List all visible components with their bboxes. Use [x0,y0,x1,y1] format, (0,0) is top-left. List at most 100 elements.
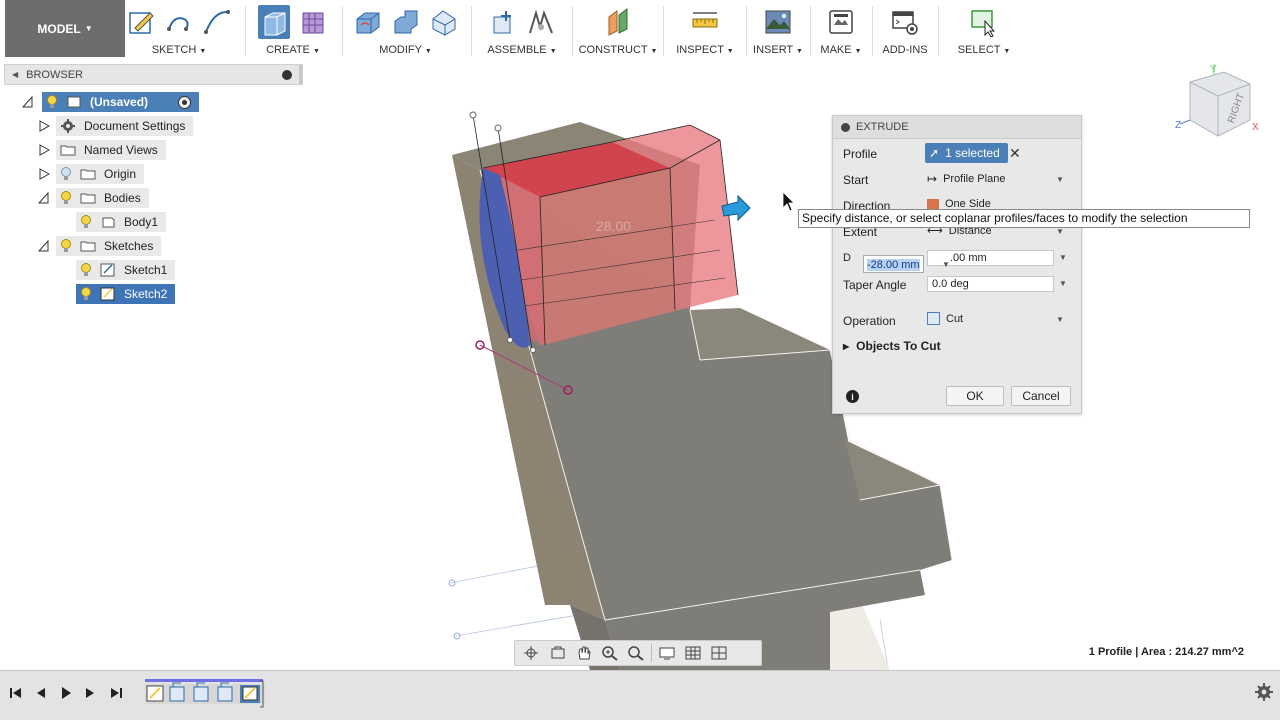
axis-x-label: X [1252,122,1259,133]
pin-icon[interactable] [282,70,292,80]
inspect-group: INSPECT ▼ [668,0,742,60]
pan-hand-icon[interactable] [573,644,595,662]
select-group-label[interactable]: SELECT [958,44,1001,56]
tree-item-named-views[interactable]: Named Views [56,140,166,160]
create-sketch-icon[interactable] [125,5,157,39]
modify-group-label[interactable]: MODIFY [379,44,422,56]
visibility-bulb-off-icon[interactable] [60,167,72,181]
cursor-arrow-icon: ➚ [929,146,940,160]
chevron-down-icon[interactable]: ▼ [1056,227,1064,236]
activate-radio-icon[interactable] [178,95,192,109]
tree-item-origin[interactable]: Origin [56,164,145,184]
browser-header[interactable]: ◀ BROWSER [4,64,303,85]
one-side-icon [927,199,939,209]
tree-root[interactable]: (Unsaved) [42,92,200,112]
chevron-down-icon[interactable]: ▼ [942,260,950,269]
make-group-label[interactable]: MAKE [820,44,851,56]
3d-print-icon[interactable] [825,5,857,39]
tree-item-document-settings[interactable]: Document Settings [56,116,194,136]
expanded-triangle-icon[interactable] [22,96,34,108]
operation-value: Cut [946,312,964,325]
press-pull-icon[interactable] [352,5,384,39]
tree-item-body1[interactable]: Body1 [76,212,167,232]
fillet-icon[interactable] [390,5,422,39]
dimension-label[interactable]: 28.00 [596,218,631,234]
expanded-triangle-icon[interactable] [38,192,50,204]
skip-to-start-icon[interactable] [6,683,26,703]
tree-item-sketch2[interactable]: Sketch2 [76,284,176,304]
zoom-icon[interactable] [599,644,621,662]
chamfer-icon[interactable] [428,5,460,39]
joint-icon[interactable] [525,5,557,39]
visibility-bulb-icon[interactable] [60,239,72,253]
sketch-group: SKETCH ▼ [124,0,234,60]
grid-settings-icon[interactable] [682,644,704,662]
model-canvas[interactable]: 28.00 [0,60,1280,670]
timeline-settings-gear-icon[interactable] [1255,683,1273,701]
spline-icon[interactable] [201,5,233,39]
assemble-group-label[interactable]: ASSEMBLE [487,44,546,56]
skip-to-end-icon[interactable] [106,683,126,703]
orbit-icon[interactable] [521,644,543,662]
timeline-features[interactable] [143,679,265,709]
measure-icon[interactable] [689,5,721,39]
construct-group-label[interactable]: CONSTRUCT [579,44,648,56]
timeline-sketch-icon [146,685,164,702]
chevron-down-icon[interactable]: ▼ [1056,315,1064,324]
tree-item-bodies[interactable]: Bodies [56,188,149,208]
visibility-bulb-icon[interactable] [80,287,92,301]
display-settings-icon[interactable] [656,644,678,662]
line-icon[interactable] [163,5,195,39]
collapse-dialog-icon[interactable] [841,122,850,132]
workspace-switcher-button[interactable]: MODEL ▼ [5,0,125,57]
add-ins-group-label[interactable]: ADD-INS [882,44,927,56]
sketch-group-label[interactable]: SKETCH [152,44,197,56]
select-icon[interactable] [968,5,1000,39]
dialog-title-bar[interactable]: EXTRUDE [833,116,1081,139]
view-cube[interactable]: Y RIGHT Z X [1172,60,1262,150]
operation-dropdown[interactable]: Cut [927,312,1067,325]
insert-image-icon[interactable] [762,5,794,39]
info-icon[interactable]: i [846,390,859,403]
look-at-icon[interactable] [547,644,569,662]
expanded-triangle-icon[interactable] [38,240,50,252]
distance-inline-input[interactable]: -28.00 mm [863,255,924,273]
clear-selection-icon[interactable]: ✕ [1009,145,1021,162]
chevron-down-icon[interactable]: ▼ [1059,279,1067,288]
collapsed-triangle-icon[interactable] [38,120,50,132]
tree-item-sketches[interactable]: Sketches [56,236,162,256]
visibility-bulb-icon[interactable] [80,215,92,229]
play-icon[interactable] [56,683,76,703]
visibility-bulb-icon[interactable] [80,263,92,277]
visibility-bulb-icon[interactable] [60,191,72,205]
fit-icon[interactable] [625,644,647,662]
cancel-button[interactable]: Cancel [1011,386,1071,406]
resize-handle[interactable] [299,65,302,84]
extrude-icon[interactable] [258,5,290,39]
chevron-down-icon[interactable]: ▼ [1059,253,1067,262]
visibility-bulb-icon[interactable] [46,95,58,109]
collapsed-triangle-icon[interactable] [38,144,50,156]
start-dropdown[interactable]: ↦ Profile Plane [927,172,1067,186]
profile-selection-button[interactable]: ➚ 1 selected [925,143,1008,163]
taper-angle-field[interactable]: 0.0 deg [927,276,1054,292]
objects-to-cut-section[interactable]: ▶ Objects To Cut [843,339,941,353]
ok-button[interactable]: OK [946,386,1004,406]
tree-item-sketch1[interactable]: Sketch1 [76,260,176,280]
3d-viewport[interactable]: 28.00 Y RIGHT Z X [0,60,1280,670]
step-forward-icon[interactable] [80,683,100,703]
scripts-icon[interactable] [889,5,921,39]
viewports-icon[interactable] [708,644,730,662]
collapsed-triangle-icon[interactable] [38,168,50,180]
step-back-icon[interactable] [31,683,51,703]
insert-group-label[interactable]: INSERT [753,44,793,56]
create-group-label[interactable]: CREATE [266,44,310,56]
inspect-group-label[interactable]: INSPECT [676,44,723,56]
offset-plane-icon[interactable] [602,5,634,39]
expand-triangle-icon[interactable]: ▶ [843,342,849,351]
form-icon[interactable] [296,5,328,39]
new-component-icon[interactable] [487,5,519,39]
chevron-down-icon[interactable]: ▼ [1056,175,1064,184]
collapse-triangle-icon[interactable]: ◀ [12,70,18,79]
profile-plane-icon: ↦ [927,172,938,186]
